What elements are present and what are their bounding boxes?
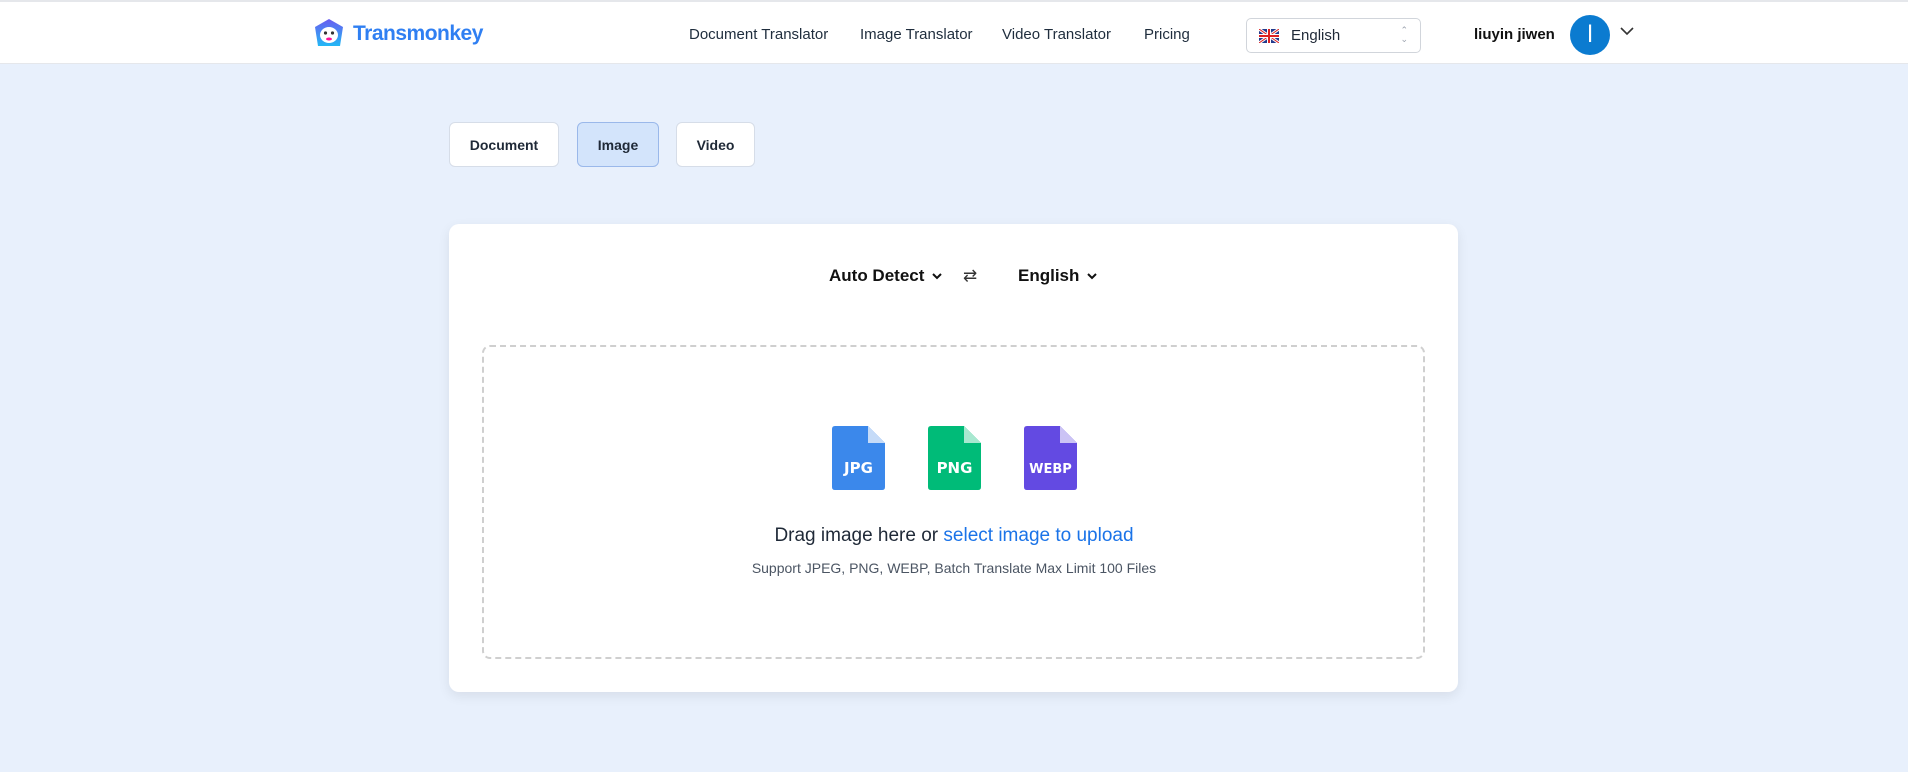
chevron-down-icon — [932, 273, 943, 280]
source-language-select[interactable]: Auto Detect — [829, 266, 944, 286]
png-label: PNG — [937, 459, 973, 477]
source-language-label: Auto Detect — [829, 266, 925, 285]
target-language-select[interactable]: English — [1018, 266, 1099, 286]
language-label: English — [1291, 27, 1341, 44]
nav-document-translator[interactable]: Document Translator — [689, 26, 828, 43]
updown-chevron-icon: ⌃ ⌄ — [1400, 25, 1408, 44]
language-select[interactable]: English ⌃ ⌄ — [1246, 18, 1421, 53]
tab-document[interactable]: Document — [449, 122, 559, 167]
webp-label: WEBP — [1029, 462, 1072, 477]
drag-text: Drag image here or — [774, 525, 939, 546]
swap-languages-icon[interactable]: ⇄ — [963, 266, 977, 286]
chevron-down-icon[interactable] — [1618, 22, 1636, 40]
nav-pricing[interactable]: Pricing — [1144, 26, 1190, 43]
target-language-label: English — [1018, 266, 1080, 285]
monkey-logo-icon[interactable] — [313, 18, 345, 50]
chevron-down-icon — [1087, 273, 1098, 280]
jpg-file-icon: JPG — [832, 426, 885, 490]
brand-name[interactable]: Transmonkey — [353, 22, 483, 46]
nav-image-translator[interactable]: Image Translator — [860, 26, 973, 43]
nav-video-translator[interactable]: Video Translator — [1002, 26, 1111, 43]
select-image-link[interactable]: select image to upload — [943, 525, 1133, 546]
jpg-label: JPG — [843, 459, 873, 477]
support-text: Support JPEG, PNG, WEBP, Batch Translate… — [751, 560, 1157, 576]
top-navbar: Transmonkey Document Translator Image Tr… — [0, 0, 1908, 64]
avatar[interactable]: l — [1570, 15, 1610, 55]
png-file-icon: PNG — [928, 426, 981, 490]
tab-image[interactable]: Image — [577, 122, 659, 167]
tab-video[interactable]: Video — [676, 122, 755, 167]
drag-instructions: Drag image here or select image to uploa… — [0, 525, 1908, 547]
username[interactable]: liuyin jiwen — [1474, 26, 1555, 43]
image-dropzone[interactable] — [482, 345, 1425, 659]
uk-flag-icon — [1259, 28, 1279, 43]
webp-file-icon: WEBP — [1024, 426, 1077, 490]
